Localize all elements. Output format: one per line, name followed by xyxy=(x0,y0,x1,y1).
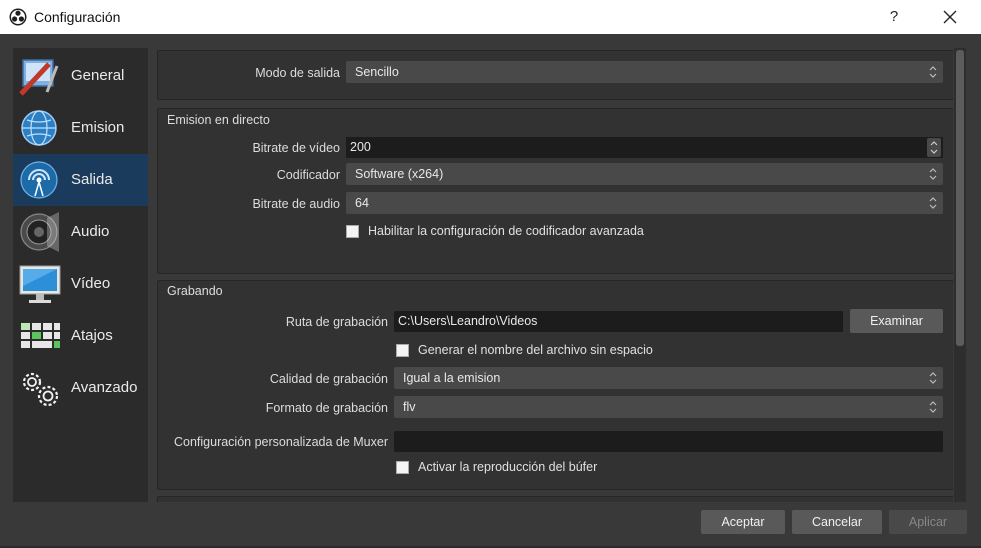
recording-group: Grabando Ruta de grabación C:\Users\Lean… xyxy=(157,280,953,490)
recording-path-value: C:\Users\Leandro\Videos xyxy=(398,314,538,328)
checkbox-box[interactable] xyxy=(396,344,409,357)
apply-button[interactable]: Aplicar xyxy=(889,510,967,534)
settings-content: Modo de salida Sencillo Emision en direc… xyxy=(155,48,953,502)
video-bitrate-value: 200 xyxy=(350,140,371,154)
updown-arrows-icon xyxy=(929,401,937,413)
broadcast-icon xyxy=(20,161,58,199)
encoder-value: Software (x264) xyxy=(355,167,444,181)
sidebar-item-label: Audio xyxy=(71,223,110,240)
updown-arrows-icon xyxy=(929,197,937,209)
sidebar-item-video[interactable]: Vídeo xyxy=(13,258,148,310)
sidebar-item-audio[interactable]: Audio xyxy=(13,206,148,258)
updown-arrows-icon xyxy=(929,372,937,384)
recording-format-select[interactable]: flv xyxy=(394,396,943,418)
settings-sidebar: General Emision Salida Audio Vídeo Atajo… xyxy=(13,48,148,502)
obs-logo-icon xyxy=(9,8,27,26)
recording-quality-value: Igual a la emision xyxy=(403,371,501,385)
streaming-group-title: Emision en directo xyxy=(167,113,270,127)
spin-button[interactable] xyxy=(927,138,941,157)
advanced-encoder-label: Habilitar la configuración de codificado… xyxy=(368,224,644,238)
globe-icon xyxy=(21,110,57,146)
sidebar-item-avanzado[interactable]: Avanzado xyxy=(13,362,148,414)
no-space-filename-checkbox[interactable]: Generar el nombre del archivo sin espaci… xyxy=(396,343,696,361)
sidebar-item-atajos[interactable]: Atajos xyxy=(13,310,148,362)
output-mode-label: Modo de salida xyxy=(255,66,340,80)
muxer-settings-input[interactable] xyxy=(394,431,943,452)
recording-group-title: Grabando xyxy=(167,284,223,298)
streaming-group: Emision en directo Bitrate de vídeo 200 … xyxy=(157,108,953,274)
updown-arrows-icon xyxy=(929,66,937,78)
sidebar-item-label: Vídeo xyxy=(71,275,111,292)
gears-icon xyxy=(22,372,59,407)
recording-format-label: Formato de grabación xyxy=(265,401,388,415)
no-space-filename-label: Generar el nombre del archivo sin espaci… xyxy=(418,343,653,357)
encoder-label: Codificador xyxy=(276,168,340,182)
audio-bitrate-select[interactable]: 64 xyxy=(346,192,943,214)
recording-path-input[interactable]: C:\Users\Leandro\Videos xyxy=(394,311,843,332)
cancel-button[interactable]: Cancelar xyxy=(792,510,882,534)
speaker-icon xyxy=(20,212,59,252)
sidebar-item-label: General xyxy=(71,67,125,84)
checkbox-box[interactable] xyxy=(396,461,409,474)
recording-quality-select[interactable]: Igual a la emision xyxy=(394,367,943,389)
sidebar-item-label: Emision xyxy=(71,119,125,136)
sidebar-item-general[interactable]: General xyxy=(13,50,148,102)
content-scrollbar[interactable] xyxy=(954,48,966,502)
scrollbar-thumb[interactable] xyxy=(956,50,964,346)
replay-buffer-checkbox[interactable]: Activar la reproducción del búfer xyxy=(396,460,696,478)
window-title: Configuración xyxy=(34,9,121,25)
audio-bitrate-value: 64 xyxy=(355,196,369,210)
close-icon[interactable] xyxy=(935,5,965,29)
browse-button[interactable]: Examinar xyxy=(850,309,943,333)
next-group-edge xyxy=(157,496,953,502)
title-bar: Configuración ? xyxy=(0,0,981,34)
general-icon xyxy=(19,59,59,96)
video-bitrate-label: Bitrate de vídeo xyxy=(252,141,340,155)
recording-path-label: Ruta de grabación xyxy=(285,315,388,329)
advanced-encoder-checkbox[interactable]: Habilitar la configuración de codificado… xyxy=(346,224,766,242)
help-button[interactable]: ? xyxy=(880,5,908,29)
sidebar-item-label: Avanzado xyxy=(71,379,138,396)
keyboard-icon xyxy=(21,323,60,348)
muxer-settings-label: Configuración personalizada de Muxer xyxy=(173,435,388,449)
monitor-icon xyxy=(19,265,61,303)
video-bitrate-input[interactable]: 200 xyxy=(346,137,943,158)
encoder-select[interactable]: Software (x264) xyxy=(346,163,943,185)
sidebar-item-label: Salida xyxy=(71,171,113,188)
updown-arrows-icon xyxy=(930,141,938,154)
sidebar-item-salida[interactable]: Salida xyxy=(13,154,148,206)
checkbox-box[interactable] xyxy=(346,225,359,238)
sidebar-item-label: Atajos xyxy=(71,327,113,344)
output-mode-panel: Modo de salida Sencillo xyxy=(157,50,953,100)
updown-arrows-icon xyxy=(929,168,937,180)
sidebar-item-emision[interactable]: Emision xyxy=(13,102,148,154)
output-mode-select[interactable]: Sencillo xyxy=(346,61,943,83)
output-mode-value: Sencillo xyxy=(355,65,399,79)
audio-bitrate-label: Bitrate de audio xyxy=(252,197,340,211)
recording-format-value: flv xyxy=(403,400,416,414)
recording-quality-label: Calidad de grabación xyxy=(269,372,388,386)
replay-buffer-label: Activar la reproducción del búfer xyxy=(418,460,598,474)
accept-button[interactable]: Aceptar xyxy=(701,510,785,534)
